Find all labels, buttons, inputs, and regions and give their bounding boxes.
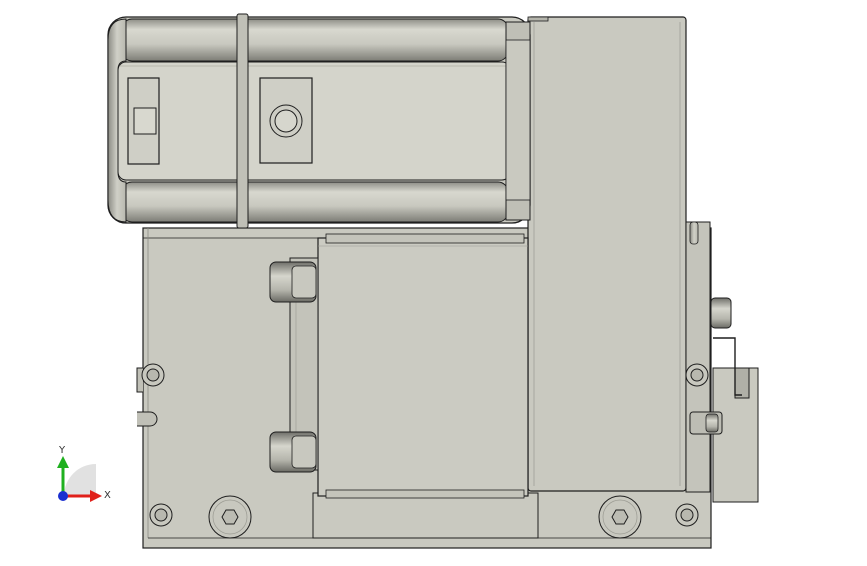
cad-viewport[interactable]: Y X <box>0 0 867 562</box>
y-axis-label: Y <box>58 445 66 456</box>
z-axis-dot <box>58 491 68 501</box>
right-housing <box>527 16 687 492</box>
motor-bottom-tube <box>121 181 509 223</box>
hex-screw-icon <box>598 495 642 539</box>
coordinate-triad: Y X <box>57 445 111 502</box>
cad-model-drawing: Y X <box>57 13 759 549</box>
cable-plug <box>710 297 732 329</box>
connector-port <box>133 107 157 135</box>
bottom-strip <box>312 492 539 539</box>
motor-panel <box>117 61 511 181</box>
housing-top-tab <box>527 16 549 22</box>
motor-strap <box>236 13 249 229</box>
screw-icon <box>149 503 173 527</box>
motor <box>107 13 531 229</box>
screw-icon <box>685 363 709 387</box>
side-bracket <box>685 221 759 503</box>
y-axis-arrow <box>57 456 69 468</box>
center-block <box>269 233 529 499</box>
motor-top-tube <box>121 18 509 62</box>
screw-icon <box>141 363 165 387</box>
x-axis-label: X <box>104 490 111 501</box>
sensor-slot <box>734 367 750 399</box>
right-housing-body <box>527 16 687 492</box>
screw-icon <box>675 503 699 527</box>
center-block-body <box>317 237 529 497</box>
left-slot <box>137 411 158 427</box>
hex-screw-icon <box>208 495 252 539</box>
